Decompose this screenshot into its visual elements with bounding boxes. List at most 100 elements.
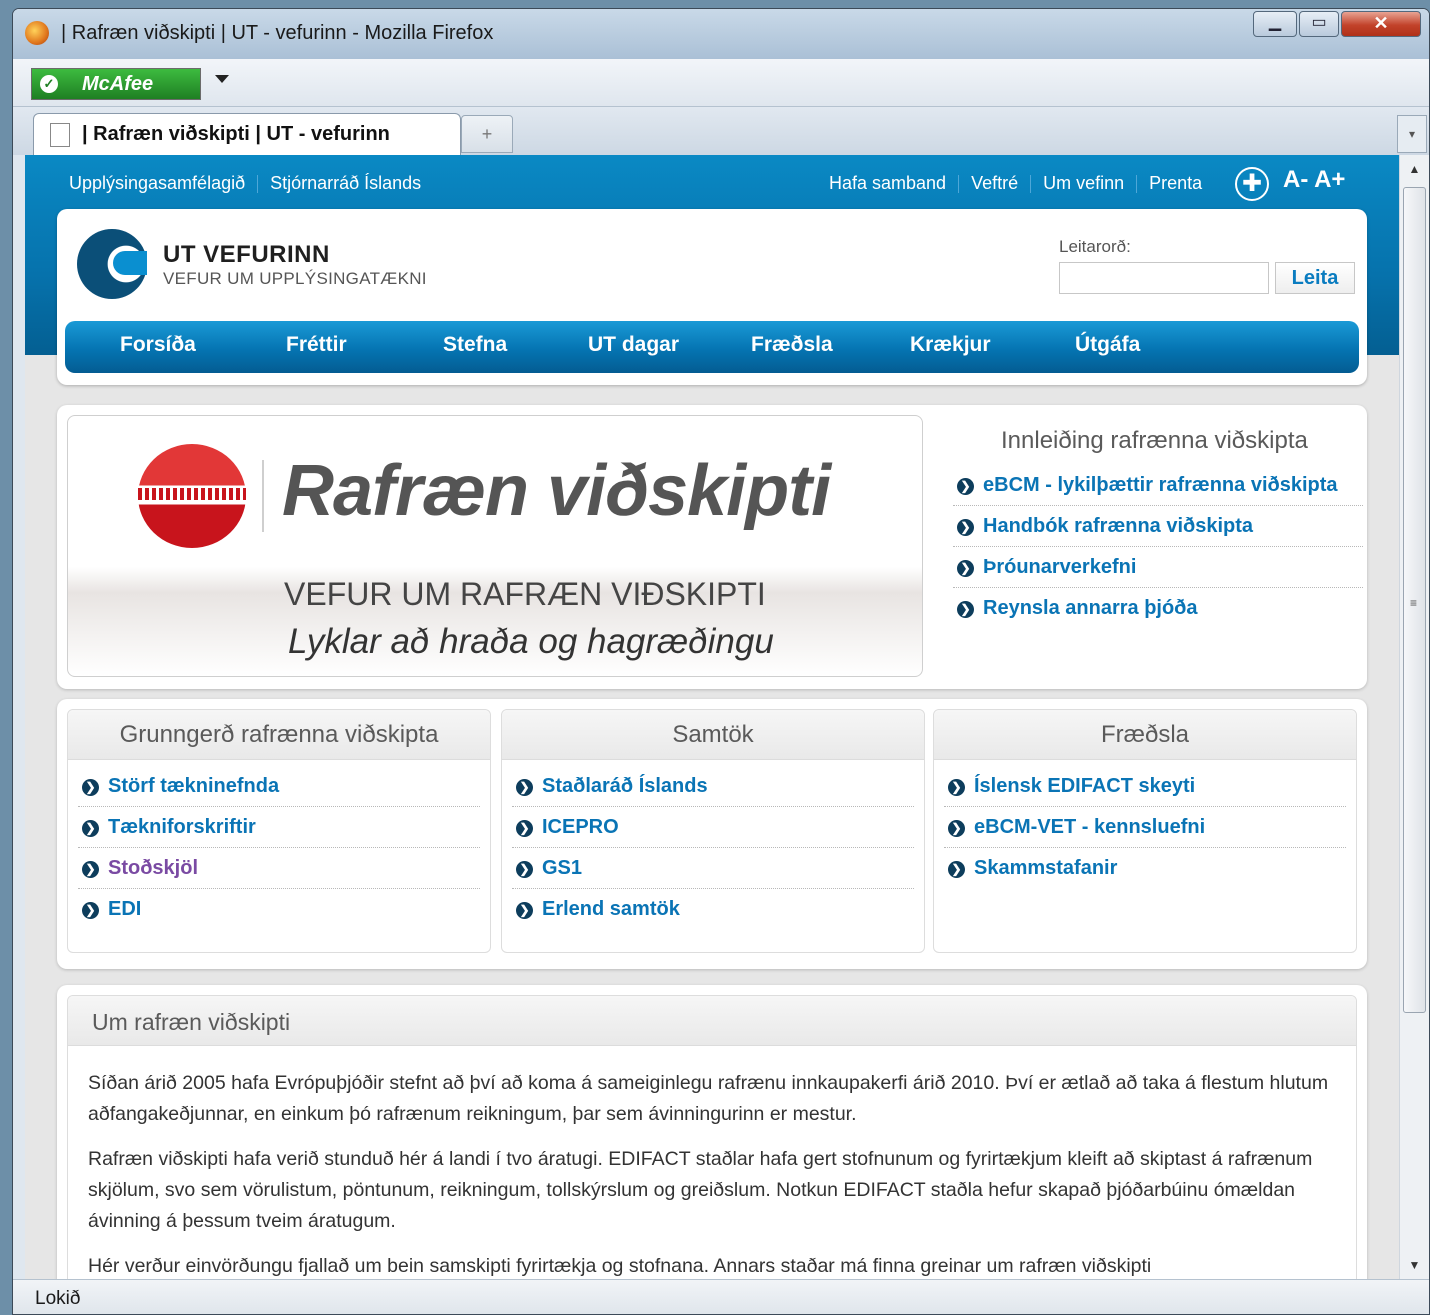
accessibility-icon[interactable]: ✚ [1235,167,1269,201]
link-label: Reynsla annarra þjóða [983,597,1198,619]
link-boxes-section: Grunngerð rafrænna viðskipta ❯ Störf tækn… [57,699,1367,969]
list-item[interactable]: ❯ Tækniforskriftir [78,807,480,848]
new-tab-button[interactable]: + [461,115,513,153]
list-item[interactable]: ❯ Staðlaráð Íslands [512,766,914,807]
intro-link-reynsla[interactable]: ❯ Reynsla annarra þjóða [953,588,1363,629]
box-links: ❯ Íslensk EDIFACT skeyti ❯ eBCM-VET - kenn… [944,766,1346,889]
arrow-right-icon: ❯ [957,478,974,495]
nav-fraedsla[interactable]: Fræðsla [751,333,833,357]
intro-link-throunarverkefni[interactable]: ❯ Þróunarverkefni [953,547,1363,588]
link-label: Skammstafanir [974,857,1118,879]
util-link-upplysingasamfelagid[interactable]: Upplýsingasamfélagið [69,173,245,193]
nav-utgafa[interactable]: Útgáfa [1075,333,1140,357]
list-item[interactable]: ❯ EDI [78,889,480,930]
arrow-right-icon: ❯ [516,820,533,837]
list-item[interactable]: ❯ eBCM-VET - kennsluefni [944,807,1346,848]
link-prenta[interactable]: Prenta [1149,173,1202,193]
link-um-vefinn[interactable]: Um vefinn [1043,173,1124,193]
arrow-right-icon: ❯ [82,902,99,919]
box-samtok: Samtök ❯ Staðlaráð Íslands ❯ ICEPRO ❯ GS1 ❯… [501,709,925,953]
arrow-right-icon: ❯ [516,861,533,878]
banner-image[interactable]: Rafræn viðskipti VEFUR UM RAFRÆN VIÐSKIP… [67,415,923,677]
link-label: Handbók rafrænna viðskipta [983,515,1254,537]
box-fraedsla: Fræðsla ❯ Íslensk EDIFACT skeyti ❯ eBCM-VE… [933,709,1357,953]
scroll-thumb[interactable]: ≡ [1403,187,1426,1013]
check-icon: ✓ [40,75,58,93]
link-label: EDI [108,898,142,920]
list-item[interactable]: ❯ Skammstafanir [944,848,1346,889]
about-box: Um rafræn viðskipti Síðan árið 2005 hafa… [67,995,1357,1279]
browser-window: | Rafræn viðskipti | UT - vefurinn - Moz… [12,8,1430,1315]
link-label: Þróunarverkefni [983,556,1137,578]
link-veftre[interactable]: Veftré [971,173,1018,193]
maximize-icon: ▭ [1311,14,1327,31]
scroll-up-icon[interactable]: ▲ [1400,155,1429,183]
tab-active[interactable]: | Rafræn viðskipti | UT - vefurinn [33,113,461,155]
minimize-icon: ▁ [1268,14,1282,31]
utility-nav: Upplýsingasamfélagið Stjórnarráð Íslands [69,173,421,194]
nav-forsida[interactable]: Forsíða [120,333,196,357]
window-title: | Rafræn viðskipti | UT - vefurinn - Moz… [61,22,494,44]
arrow-right-icon: ❯ [957,519,974,536]
font-size-controls[interactable]: A- A+ [1283,166,1345,194]
link-label: Erlend samtök [542,898,680,920]
search-label: Leitarorð: [1059,237,1131,256]
nav-kraekjur[interactable]: Krækjur [910,333,991,357]
intro-link-ebcm[interactable]: ❯ eBCM - lykilþættir rafrænna viðskipta [953,465,1363,506]
status-bar: Lokið [13,1279,1429,1314]
link-label: Íslensk EDIFACT skeyti [974,775,1196,797]
arrow-right-icon: ❯ [516,779,533,796]
util-link-stjornarrad[interactable]: Stjórnarráð Íslands [270,173,421,193]
link-label: Stoðskjöl [108,857,199,879]
banner-title: Rafræn viðskipti [282,451,831,531]
main-nav: Forsíða Fréttir Stefna UT dagar Fræðsla … [65,321,1359,373]
tab-title: | Rafræn viðskipti | UT - vefurinn [82,123,390,145]
banner-tagline: Lyklar að hraða og hagræðingu [288,622,774,661]
grip-icon: ≡ [1410,596,1418,610]
tab-bar: | Rafræn viðskipti | UT - vefurinn + ▾ [13,107,1429,155]
rafraen-vidskipti-logo-icon [138,444,246,548]
list-item[interactable]: ❯ Íslensk EDIFACT skeyti [944,766,1346,807]
ut-logo-icon[interactable] [77,229,147,299]
list-item[interactable]: ❯ GS1 [512,848,914,889]
link-label: Staðlaráð Íslands [542,775,708,797]
link-hafa-samband[interactable]: Hafa samband [829,173,946,193]
dropdown-arrow-icon[interactable] [215,75,229,83]
right-utility-nav: Hafa samband Veftré Um vefinn Prenta [829,173,1202,194]
nav-frettir[interactable]: Fréttir [286,333,347,357]
arrow-right-icon: ❯ [82,820,99,837]
divider [1136,175,1138,194]
scroll-down-icon[interactable]: ▼ [1400,1251,1429,1279]
logo-title[interactable]: UT VEFURINN [163,241,330,269]
mcafee-button[interactable]: ✓ McAfee [31,68,201,100]
mcafee-label: McAfee [82,73,154,95]
arrow-right-icon: ❯ [957,601,974,618]
site-header: UT VEFURINN VEFUR UM UPPLÝSINGATÆKNI Lei… [57,209,1367,385]
arrow-right-icon: ❯ [82,861,99,878]
nav-ut-dagar[interactable]: UT dagar [588,333,679,357]
vertical-scrollbar[interactable]: ▲ ≡ ▼ [1399,155,1429,1279]
maximize-button[interactable]: ▭ [1299,11,1339,37]
search-button[interactable]: Leita [1275,262,1355,294]
box-title: Fræðsla [934,710,1356,760]
minimize-button[interactable]: ▁ [1253,11,1297,37]
close-button[interactable]: ✕ [1341,11,1421,37]
intro-link-handbok[interactable]: ❯ Handbók rafrænna viðskipta [953,506,1363,547]
link-label: eBCM-VET - kennsluefni [974,816,1206,838]
nav-stefna[interactable]: Stefna [443,333,507,357]
divider [262,460,264,532]
link-label: ICEPRO [542,816,619,838]
link-label: Störf tækninefnda [108,775,280,797]
box-title: Grunngerð rafrænna viðskipta [68,710,490,760]
tab-list-button[interactable]: ▾ [1397,115,1427,153]
list-item[interactable]: ❯ Störf tækninefnda [78,766,480,807]
list-item[interactable]: ❯ Stoðskjöl [78,848,480,889]
about-paragraph: Rafræn viðskipti hafa verið stunduð hér … [88,1148,1313,1232]
arrow-right-icon: ❯ [948,820,965,837]
search-input[interactable] [1059,262,1269,294]
arrow-right-icon: ❯ [82,779,99,796]
page-viewport: Upplýsingasamfélagið Stjórnarráð Íslands … [25,155,1399,1279]
list-item[interactable]: ❯ ICEPRO [512,807,914,848]
title-bar[interactable]: | Rafræn viðskipti | UT - vefurinn - Moz… [13,9,1429,59]
list-item[interactable]: ❯ Erlend samtök [512,889,914,930]
